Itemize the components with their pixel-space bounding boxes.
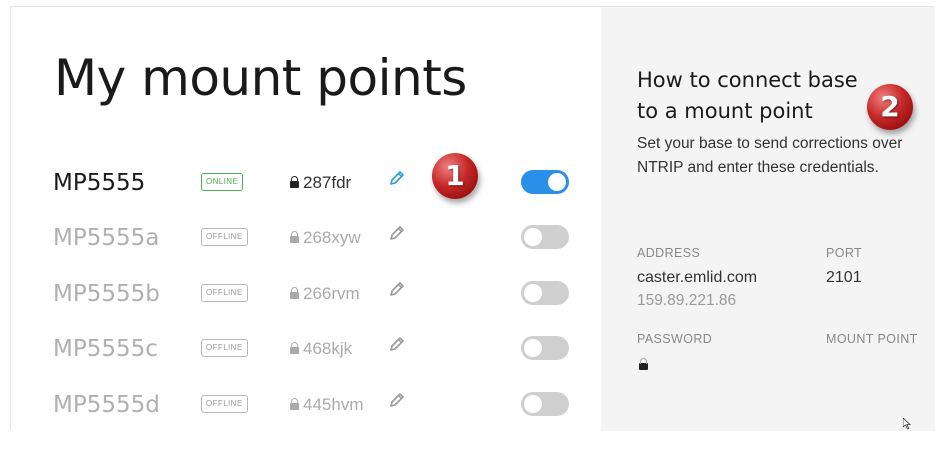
address-ip: 159.89.221.86 — [637, 292, 737, 309]
pencil-icon[interactable] — [387, 390, 407, 410]
password-text: 287fdr — [303, 173, 352, 192]
pencil-icon[interactable] — [387, 223, 407, 243]
enable-toggle[interactable] — [521, 392, 569, 416]
mount-point-row: MP5555d OFFLINE 445hvm — [11, 386, 601, 426]
mount-point-password: 268xyw — [290, 228, 361, 248]
toggle-knob — [524, 339, 542, 357]
toggle-knob — [524, 395, 542, 413]
status-badge: OFFLINE — [201, 284, 248, 302]
lock-icon — [290, 398, 299, 410]
mount-point-row: MP5555 ONLINE 287fdr — [11, 164, 601, 204]
enable-toggle[interactable] — [521, 336, 569, 360]
mount-point-password: 468kjk — [290, 339, 352, 359]
status-badge: ONLINE — [201, 173, 244, 191]
annotation-marker-1: 1 — [432, 153, 478, 199]
mount-point-row: MP5555a OFFLINE 268xyw — [11, 219, 601, 259]
port-value: 2101 — [826, 269, 862, 286]
password-text: 445hvm — [303, 395, 364, 414]
mount-point-name: MP5555d — [53, 392, 160, 418]
password-text: 266rvm — [303, 284, 360, 303]
toggle-knob — [524, 284, 542, 302]
status-badge: OFFLINE — [201, 395, 248, 413]
mount-point-password: 445hvm — [290, 395, 363, 415]
pencil-icon[interactable] — [387, 334, 407, 354]
status-badge: OFFLINE — [201, 339, 248, 357]
address-host: caster.emlid.com — [637, 269, 758, 286]
pencil-icon[interactable] — [387, 168, 407, 188]
lock-icon — [290, 231, 299, 243]
mount-point-name: MP5555a — [53, 225, 160, 251]
lock-icon — [290, 342, 299, 354]
mount-point-password: 266rvm — [290, 284, 360, 304]
address-label: ADDRESS — [637, 246, 701, 260]
lock-icon — [639, 358, 648, 370]
enable-toggle[interactable] — [521, 225, 569, 249]
mount-point-password: 287fdr — [290, 173, 351, 193]
password-label: PASSWORD — [637, 332, 713, 346]
port-label: PORT — [826, 246, 863, 260]
mount-point-name: MP5555b — [53, 281, 160, 307]
mount-points-list-panel: My mount points MP5555 ONLINE 287fdr MP5… — [11, 7, 601, 431]
enable-toggle[interactable] — [521, 170, 569, 194]
help-description: Set your base to send corrections over N… — [637, 135, 903, 176]
enable-toggle[interactable] — [521, 281, 569, 305]
help-heading-line1: How to connect base — [637, 68, 858, 92]
pencil-icon[interactable] — [387, 279, 407, 299]
mount-point-row: MP5555b OFFLINE 266rvm — [11, 275, 601, 315]
mount-point-name: MP5555c — [53, 336, 158, 362]
mount-points-card: My mount points MP5555 ONLINE 287fdr MP5… — [10, 6, 935, 431]
annotation-marker-2: 2 — [867, 84, 913, 130]
mount-point-label: MOUNT POINT — [826, 332, 918, 346]
toggle-knob — [524, 228, 542, 246]
connection-help-panel: How to connect base to a mount point Set … — [601, 7, 935, 431]
page-title: My mount points — [54, 49, 467, 107]
lock-icon — [290, 176, 299, 188]
lock-icon — [290, 287, 299, 299]
cursor-icon — [903, 418, 911, 430]
status-badge: OFFLINE — [201, 228, 248, 246]
password-text: 468kjk — [303, 339, 353, 358]
help-heading-line2: to a mount point — [637, 99, 813, 123]
mount-point-name: MP5555 — [53, 170, 146, 196]
password-text: 268xyw — [303, 228, 361, 247]
toggle-knob — [548, 173, 566, 191]
help-heading: How to connect base to a mount point — [637, 65, 907, 127]
mount-point-row: MP5555c OFFLINE 468kjk — [11, 330, 601, 370]
